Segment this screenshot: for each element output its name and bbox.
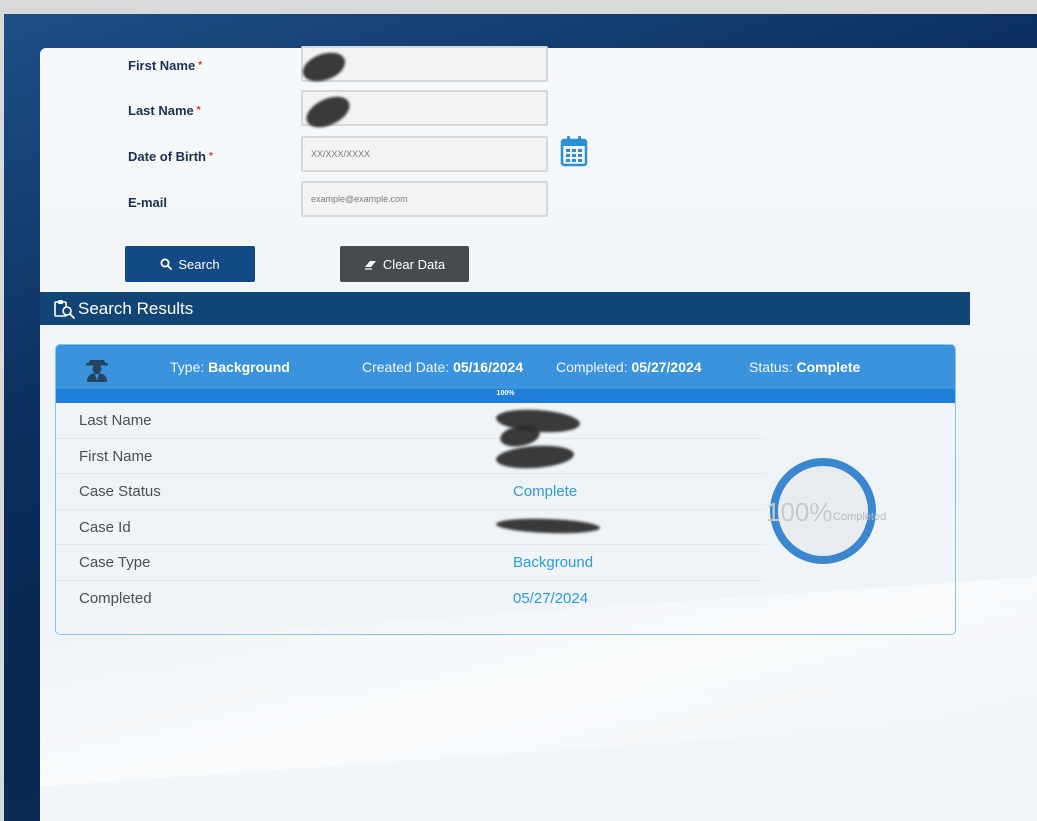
donut-percent: 100% xyxy=(766,497,833,527)
type-value: Background xyxy=(208,359,290,375)
case-details-list: Last Name First Name Case Status Complet… xyxy=(56,403,766,616)
email-label-text: E-mail xyxy=(128,195,168,210)
card-completed: Completed: 05/27/2024 xyxy=(556,359,702,375)
progress-bar: 100% xyxy=(56,389,955,403)
date-of-birth-label: Date of Birth * xyxy=(128,149,213,164)
status-label: Status: xyxy=(749,359,793,375)
search-icon xyxy=(160,258,173,270)
last-name-label-text: Last Name xyxy=(128,103,194,118)
row-key: Case Id xyxy=(79,518,131,536)
status-value: Complete xyxy=(796,359,861,375)
case-row-last-name: Last Name xyxy=(56,403,766,439)
created-date-value: 05/16/2024 xyxy=(453,359,524,375)
eraser-icon xyxy=(364,260,376,270)
search-button-label: Search xyxy=(178,256,220,272)
result-card-header: Type: Background Created Date: 05/16/202… xyxy=(56,345,955,389)
case-row-case-status: Case Status Complete xyxy=(56,474,766,510)
row-key: Case Status xyxy=(79,483,161,500)
card-status: Status: Complete xyxy=(749,359,860,375)
case-row-case-id: Case Id xyxy=(56,510,766,545)
row-key: First Name xyxy=(79,447,153,465)
required-mark: * xyxy=(196,105,201,116)
calendar-icon[interactable] xyxy=(560,135,588,167)
donut-label: Completed xyxy=(833,511,887,523)
case-row-completed: Completed 05/27/2024 xyxy=(56,581,766,617)
card-type: Type: Background xyxy=(170,359,290,375)
last-name-label: Last Name * xyxy=(128,103,201,118)
case-row-first-name: First Name xyxy=(56,439,766,474)
first-name-label: First Name * xyxy=(128,58,202,73)
created-date-label: Created Date: xyxy=(362,359,450,375)
type-label: Type: xyxy=(170,359,205,375)
completed-value: 05/27/2024 xyxy=(631,359,702,375)
first-name-label-text: First Name xyxy=(128,58,196,73)
search-results-title: Search Results xyxy=(78,298,194,318)
clipboard-search-icon xyxy=(54,299,75,319)
row-value: Background xyxy=(513,554,594,571)
case-row-case-type: Case Type Background xyxy=(56,545,766,581)
clear-data-button[interactable]: Clear Data xyxy=(340,246,469,282)
clear-data-button-label: Clear Data xyxy=(382,256,446,272)
email-label: E-mail xyxy=(128,195,167,210)
card-created-date: Created Date: 05/16/2024 xyxy=(362,359,523,375)
completed-label: Completed: xyxy=(556,359,628,375)
row-key: Completed xyxy=(79,589,152,607)
search-button[interactable]: Search xyxy=(125,246,255,282)
spy-agent-icon xyxy=(86,360,108,382)
progress-text: 100% xyxy=(496,390,515,397)
date-of-birth-label-text: Date of Birth xyxy=(128,149,206,164)
row-value: 05/27/2024 xyxy=(513,589,589,607)
required-mark: * xyxy=(198,60,203,71)
search-results-header: Search Results xyxy=(40,292,970,325)
row-value: Complete xyxy=(513,483,578,500)
required-mark: * xyxy=(209,151,213,162)
row-key: Last Name xyxy=(79,412,152,429)
date-of-birth-input[interactable] xyxy=(301,136,548,172)
email-input[interactable] xyxy=(301,181,548,217)
row-key: Case Type xyxy=(79,554,151,571)
